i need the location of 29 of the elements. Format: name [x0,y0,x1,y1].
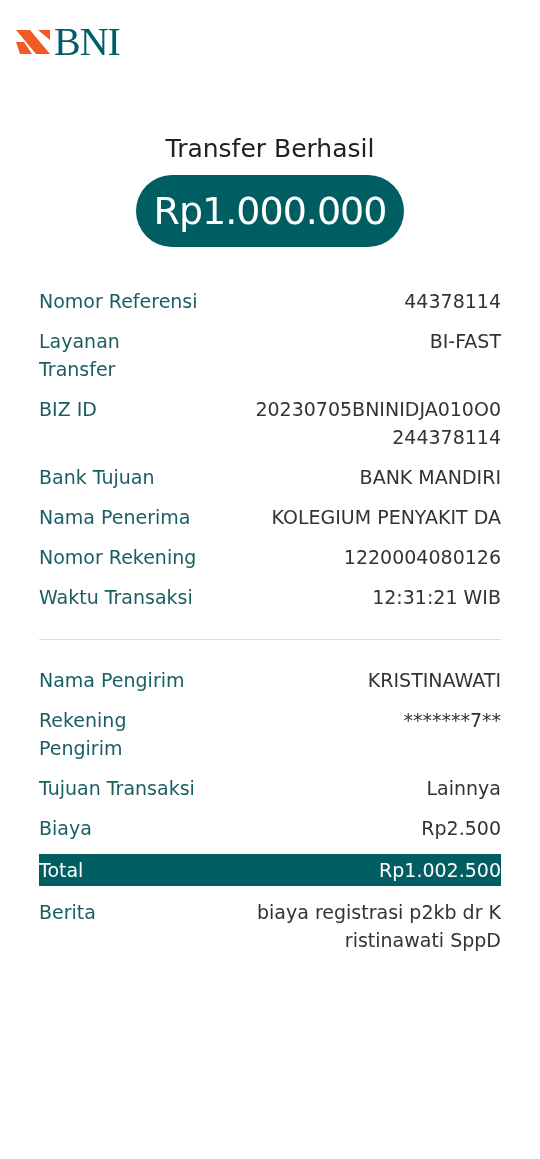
detail-value: BI-FAST [428,329,501,354]
amount-badge: Rp1.000.000 [135,175,405,247]
detail-value: Rp1.002.500 [378,858,501,883]
detail-label: Nomor Referensi [39,289,199,314]
detail-label: BIZ ID [39,397,98,422]
detail-label: Rekening Pengirim [39,708,128,761]
detail-label: Tujuan Transaksi [39,776,196,801]
detail-value: biaya registrasi p2kb dr Kristinawati SppD [256,900,501,953]
detail-label: Nama Penerima [39,505,192,530]
detail-label: Nomor Rekening [39,545,198,570]
detail-label: Bank Tujuan [39,465,156,490]
detail-label: Berita [39,900,97,925]
detail-value: BANK MANDIRI [358,465,501,490]
detail-value: 44378114 [403,289,501,314]
detail-value: 1220004080126 [342,545,501,570]
detail-value: 12:31:21 WIB [371,585,501,610]
status-title: Transfer Berhasil [165,134,375,163]
detail-value: KRISTINAWATI [366,668,501,693]
detail-value: Lainnya [425,776,501,801]
detail-value: 20230705BNINIDJA010O0244378114 [254,397,501,450]
detail-label: Layanan Transfer [39,329,121,382]
detail-label: Nama Pengirim [39,668,186,693]
detail-label: Biaya [39,816,93,841]
detail-label: Waktu Transaksi [39,585,194,610]
logo-text: BNI [54,22,120,62]
detail-label: Total [39,858,85,883]
detail-value: KOLEGIUM PENYAKIT DA [270,505,501,530]
detail-value: Rp2.500 [420,816,501,841]
detail-value: *******7** [402,708,501,733]
